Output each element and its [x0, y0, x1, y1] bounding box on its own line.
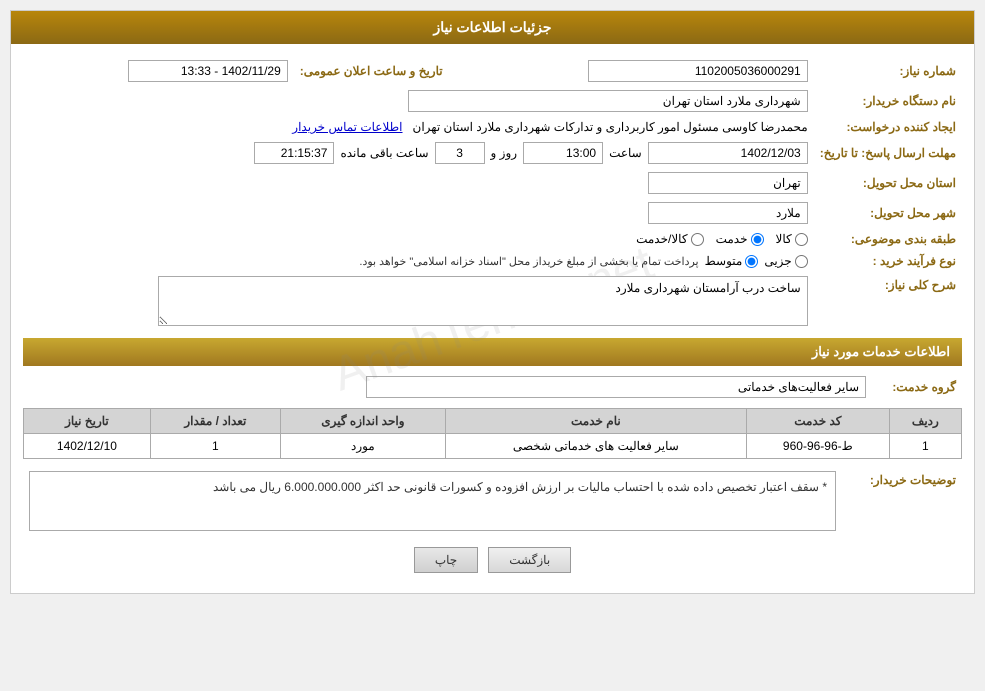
province-label: استان محل تحویل: [814, 168, 962, 198]
back-button[interactable]: بازگشت [488, 547, 571, 573]
col-row: ردیف [889, 409, 961, 434]
contact-link[interactable]: اطلاعات تماس خریدار [292, 120, 402, 134]
announce-datetime-label: تاریخ و ساعت اعلان عمومی: [294, 56, 449, 86]
deadline-label: مهلت ارسال پاسخ: تا تاریخ: [814, 138, 962, 168]
deadline-time: 13:00 [523, 142, 603, 164]
announce-datetime-value: 1402/11/29 - 13:33 [128, 60, 288, 82]
print-button[interactable]: چاپ [414, 547, 478, 573]
col-date: تاریخ نیاز [24, 409, 151, 434]
general-desc-label: شرح کلی نیاز: [814, 272, 962, 330]
services-section-header: اطلاعات خدمات مورد نیاز [23, 338, 962, 366]
category-kala[interactable]: کالا [776, 232, 808, 246]
need-number-value: 1102005036000291 [588, 60, 808, 82]
deadline-remain-time: 21:15:37 [254, 142, 334, 164]
deadline-days: 3 [435, 142, 485, 164]
panel-title: جزئیات اطلاعات نیاز [433, 19, 551, 35]
purchase-type-note: پرداخت تمام یا بخشی از مبلغ خریداز محل "… [359, 255, 698, 268]
deadline-remain-label: ساعت باقی مانده [340, 146, 428, 160]
panel-header: جزئیات اطلاعات نیاز [11, 11, 974, 44]
city-value: ملارد [648, 202, 808, 224]
service-group-label: گروه خدمت: [872, 372, 962, 402]
buyer-notes-label: توضیحات خریدار: [842, 467, 962, 535]
service-group-value: سایر فعالیت‌های خدماتی [366, 376, 866, 398]
buyer-org-value: شهرداری ملارد استان تهران [408, 90, 808, 112]
buyer-org-label: نام دستگاه خریدار: [814, 86, 962, 116]
table-row: 1 ط-96-96-960 سایر فعالیت های خدماتی شخص… [24, 434, 962, 459]
buyer-notes-value: * سقف اعتبار تخصیص داده شده با احتساب ما… [29, 471, 836, 531]
purchase-type-jozi[interactable]: جزیی [764, 254, 807, 268]
creator-value: محمدرضا کاوسی مسئول امور کاربرداری و تدا… [413, 120, 808, 134]
deadline-time-label: ساعت [609, 146, 642, 160]
general-desc-textarea[interactable]: ساخت درب آرامستان شهرداری ملارد [158, 276, 808, 326]
col-code: کد خدمت [746, 409, 889, 434]
deadline-day-label: روز و [491, 146, 518, 160]
need-number-label: شماره نیاز: [814, 56, 962, 86]
col-name: نام خدمت [445, 409, 746, 434]
deadline-date: 1402/12/03 [648, 142, 808, 164]
category-kala-khedmat[interactable]: کالا/خدمت [636, 232, 703, 246]
purchase-type-label: نوع فرآیند خرید : [814, 250, 962, 272]
purchase-type-motavasset[interactable]: متوسط [705, 254, 759, 268]
creator-label: ایجاد کننده درخواست: [814, 116, 962, 138]
buttons-row: بازگشت چاپ [23, 547, 962, 581]
category-khedmat[interactable]: خدمت [716, 232, 764, 246]
col-quantity: تعداد / مقدار [150, 409, 280, 434]
category-label: طبقه بندی موضوعی: [814, 228, 962, 250]
province-value: تهران [648, 172, 808, 194]
col-unit: واحد اندازه گیری [280, 409, 445, 434]
city-label: شهر محل تحویل: [814, 198, 962, 228]
